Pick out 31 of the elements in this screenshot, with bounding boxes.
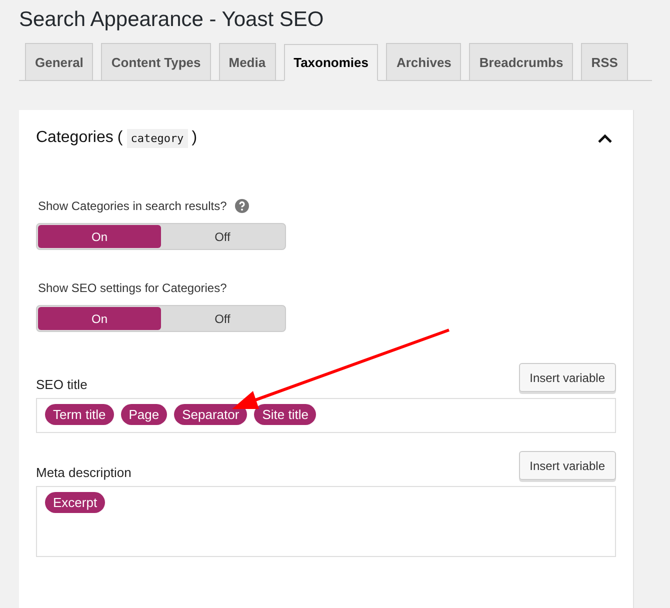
- parenthesis: ): [192, 129, 198, 147]
- page-title: Search Appearance - Yoast SEO: [19, 8, 325, 32]
- insert-variable-button[interactable]: Insert variable: [518, 451, 616, 480]
- insert-variable-button[interactable]: Insert variable: [518, 363, 616, 392]
- chevron-icon[interactable]: [598, 134, 612, 142]
- variable-tag: Excerpt: [45, 492, 106, 513]
- variable-tag: Site title: [254, 404, 316, 425]
- taxonomy-slug: category: [126, 128, 188, 148]
- tab[interactable]: Media: [218, 43, 276, 80]
- tab[interactable]: Content Types: [101, 43, 211, 80]
- tab[interactable]: RSS: [581, 43, 628, 80]
- variable-tag: Separator: [174, 404, 248, 425]
- field-label: Meta description: [36, 465, 132, 480]
- tab[interactable]: Taxonomies: [284, 44, 378, 81]
- tab[interactable]: Archives: [386, 43, 462, 80]
- tab[interactable]: General: [25, 43, 94, 80]
- help-icon[interactable]: [234, 199, 249, 213]
- section-title: Categories: [36, 129, 114, 147]
- snippet-field[interactable]: Excerpt: [36, 486, 616, 557]
- toggle-label: Show SEO settings for Categories?: [38, 281, 227, 295]
- field-label: SEO title: [36, 377, 88, 392]
- switch-option[interactable]: On: [38, 225, 161, 248]
- switch-option[interactable]: On: [38, 307, 161, 330]
- variable-tag: Page: [120, 404, 168, 425]
- switch-option[interactable]: Off: [161, 307, 284, 330]
- parenthesis: (: [117, 129, 123, 147]
- variable-tag: Term title: [45, 404, 114, 425]
- toggle-label: Show Categories in search results?: [38, 199, 227, 213]
- tab[interactable]: Breadcrumbs: [469, 43, 574, 80]
- switch-option[interactable]: Off: [161, 225, 284, 248]
- snippet-field[interactable]: Term title Page Separator Site title: [36, 398, 616, 433]
